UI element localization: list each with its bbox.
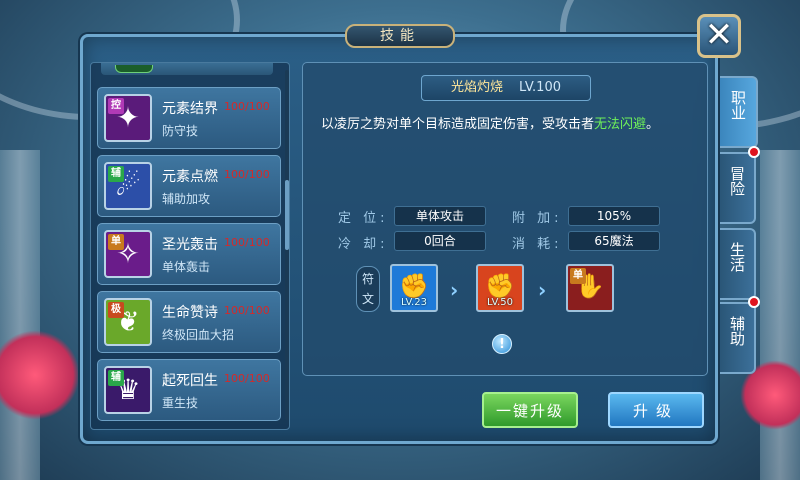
skill-icon: ♛ 辅: [104, 366, 152, 414]
cooldown-value: 0回合: [394, 231, 486, 251]
cost-value: 65魔法: [568, 231, 660, 251]
tab-label: 冒险: [728, 166, 746, 196]
tab-profession[interactable]: 职业: [720, 76, 758, 148]
skill-desc: 重生技: [162, 396, 199, 410]
support-badge: 辅: [108, 370, 124, 386]
skill-desc: 终极回血大招: [162, 328, 235, 342]
detail-title: 光焰灼烧 LV.100: [421, 75, 591, 101]
info-icon[interactable]: !: [492, 334, 512, 354]
cooldown-label: 冷 却:: [338, 237, 389, 252]
rune-label: 符文: [356, 266, 380, 312]
scrollbar-thumb[interactable]: [285, 180, 289, 250]
skill-desc: 防守技: [162, 124, 199, 138]
skill-item-yuansu-jiejie[interactable]: ✦ 控 元素结界 100/100 防守技: [97, 87, 281, 149]
upgrade-button[interactable]: 升级: [608, 392, 704, 428]
tab-label: 生活: [728, 242, 746, 272]
notification-dot: [748, 296, 760, 308]
tab-assist[interactable]: 辅助: [720, 302, 756, 374]
skill-desc: 单体轰击: [162, 260, 211, 274]
notification-dot: [748, 146, 760, 158]
desc-prefix: 以凌厉之势对单个目标造成固定伤害，受攻击者: [321, 117, 595, 132]
skill-desc: 辅助加攻: [162, 192, 211, 206]
rune-level: LV.50: [487, 297, 513, 308]
skill-list-scrollbar[interactable]: [285, 70, 289, 420]
detail-skill-level: LV.100: [519, 80, 561, 95]
skill-name: 生命赞诗: [162, 305, 218, 321]
chevron-right-icon: ›: [538, 278, 547, 302]
close-icon[interactable]: ✕: [697, 14, 741, 58]
skill-item-shengming-zanshi[interactable]: ❦ 极 生命赞诗 100/100 终极回血大招: [97, 291, 281, 353]
position-label: 定 位:: [338, 211, 389, 226]
skill-list[interactable]: ✦ 控 元素结界 100/100 防守技 ☄ 辅 元素点燃 100/100 辅助…: [90, 62, 290, 430]
chevron-right-icon: ›: [450, 278, 459, 302]
tab-adventure[interactable]: 冒险: [720, 152, 756, 224]
desc-highlight: 无法闪避: [594, 117, 647, 132]
skill-name: 元素结界: [162, 101, 218, 117]
ultimate-badge: 极: [108, 302, 124, 318]
tab-life[interactable]: 生活: [720, 228, 756, 300]
skill-icon: ✦ 控: [104, 94, 152, 142]
skill-item-yuansu-dianran[interactable]: ☄ 辅 元素点燃 100/100 辅助加攻: [97, 155, 281, 217]
skill-item-qisi-huisheng[interactable]: ♛ 辅 起死回生 100/100 重生技: [97, 359, 281, 421]
single-target-badge: 单: [108, 234, 124, 250]
skill-level: 100/100: [224, 168, 270, 181]
detail-skill-name: 光焰灼烧: [451, 80, 504, 95]
single-target-badge: 单: [570, 268, 586, 284]
skill-icon: ❦ 极: [104, 298, 152, 346]
rune-slot-1[interactable]: ✊ LV.23: [390, 264, 438, 312]
bonus-label: 附 加:: [512, 211, 563, 226]
rune-slot-2[interactable]: ✊ LV.50: [476, 264, 524, 312]
skill-level: 100/100: [224, 236, 270, 249]
skill-name: 元素点燃: [162, 169, 218, 185]
window-title: 技能: [345, 24, 455, 48]
bonus-value: 105%: [568, 206, 660, 226]
rune-level: LV.23: [401, 297, 427, 308]
control-badge: 控: [108, 98, 124, 114]
desc-suffix: 。: [646, 117, 660, 132]
skill-name: 起死回生: [162, 373, 218, 389]
tab-label: 职业: [729, 90, 747, 120]
detail-description: 以凌厉之势对单个目标造成固定伤害，受攻击者无法闪避。: [321, 113, 659, 132]
skill-level: 100/100: [224, 304, 270, 317]
tab-label: 辅助: [728, 316, 746, 346]
rune-slot-3[interactable]: ✋ 单: [566, 264, 614, 312]
skill-level: 100/100: [224, 100, 270, 113]
one-click-upgrade-button[interactable]: 一键升级: [482, 392, 578, 428]
list-item-partial[interactable]: [101, 63, 273, 75]
skill-icon: ✧ 单: [104, 230, 152, 278]
support-badge: 辅: [108, 166, 124, 182]
cost-label: 消 耗:: [512, 237, 563, 252]
position-value: 单体攻击: [394, 206, 486, 226]
skill-name: 圣光轰击: [162, 237, 218, 253]
skill-icon: ☄ 辅: [104, 162, 152, 210]
skill-level: 100/100: [224, 372, 270, 385]
skill-item-shengguang-hongji[interactable]: ✧ 单 圣光轰击 100/100 单体轰击: [97, 223, 281, 285]
